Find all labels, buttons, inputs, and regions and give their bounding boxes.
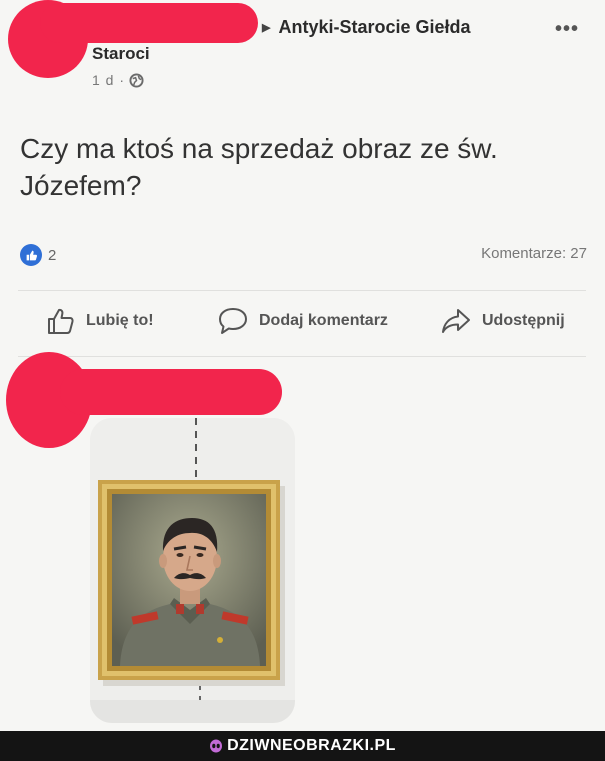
like-label: Lubię to! bbox=[86, 312, 154, 329]
redacted-author-name bbox=[40, 3, 258, 43]
comment-button[interactable]: Dodaj komentarz bbox=[217, 306, 388, 336]
divider bbox=[18, 290, 586, 291]
alien-face-icon bbox=[210, 739, 223, 753]
watermark-brand[interactable]: DZIWNEOBRAZKI.PL bbox=[209, 737, 396, 755]
watermark-bar: DZIWNEOBRAZKI.PL bbox=[0, 731, 605, 761]
watermark-text: DZIWNEOBRAZKI.PL bbox=[227, 737, 396, 754]
more-dots-icon[interactable]: ••• bbox=[555, 18, 579, 41]
divider bbox=[18, 356, 586, 357]
share-arrow-icon bbox=[442, 309, 470, 333]
comment-photo[interactable] bbox=[90, 418, 295, 723]
globe-icon bbox=[129, 72, 144, 88]
reaction-summary[interactable]: 2 bbox=[20, 244, 56, 266]
redacted-commenter-name bbox=[60, 369, 282, 415]
post-text: Czy ma ktoś na sprzedaż obraz ze św. Józ… bbox=[20, 133, 498, 201]
thumbs-up-icon bbox=[48, 308, 74, 334]
comments-count[interactable]: Komentarze: 27 bbox=[481, 245, 587, 262]
comment-bubble-icon bbox=[219, 308, 247, 334]
action-bar: Lubię to! Dodaj komentarz Udostępnij bbox=[0, 306, 605, 346]
group-link[interactable]: ▶ Antyki-Starocie Giełda bbox=[262, 17, 471, 38]
share-button[interactable]: Udostępnij bbox=[440, 306, 565, 336]
share-label: Udostępnij bbox=[482, 312, 565, 329]
post-timestamp[interactable]: 1 d · bbox=[92, 72, 125, 88]
facebook-post: ▶ Antyki-Starocie Giełda Staroci 1 d · •… bbox=[0, 0, 605, 761]
like-button[interactable]: Lubię to! bbox=[46, 306, 154, 336]
caret-right-icon: ▶ bbox=[262, 22, 271, 34]
like-reaction-icon bbox=[20, 244, 42, 266]
comment-label: Dodaj komentarz bbox=[259, 312, 388, 329]
group-name[interactable]: Antyki-Starocie Giełda bbox=[278, 17, 470, 38]
portrait-painting-image bbox=[90, 418, 295, 723]
post-meta: 1 d · bbox=[92, 72, 144, 88]
reaction-count: 2 bbox=[48, 246, 57, 264]
group-name-continued[interactable]: Staroci bbox=[92, 44, 150, 64]
